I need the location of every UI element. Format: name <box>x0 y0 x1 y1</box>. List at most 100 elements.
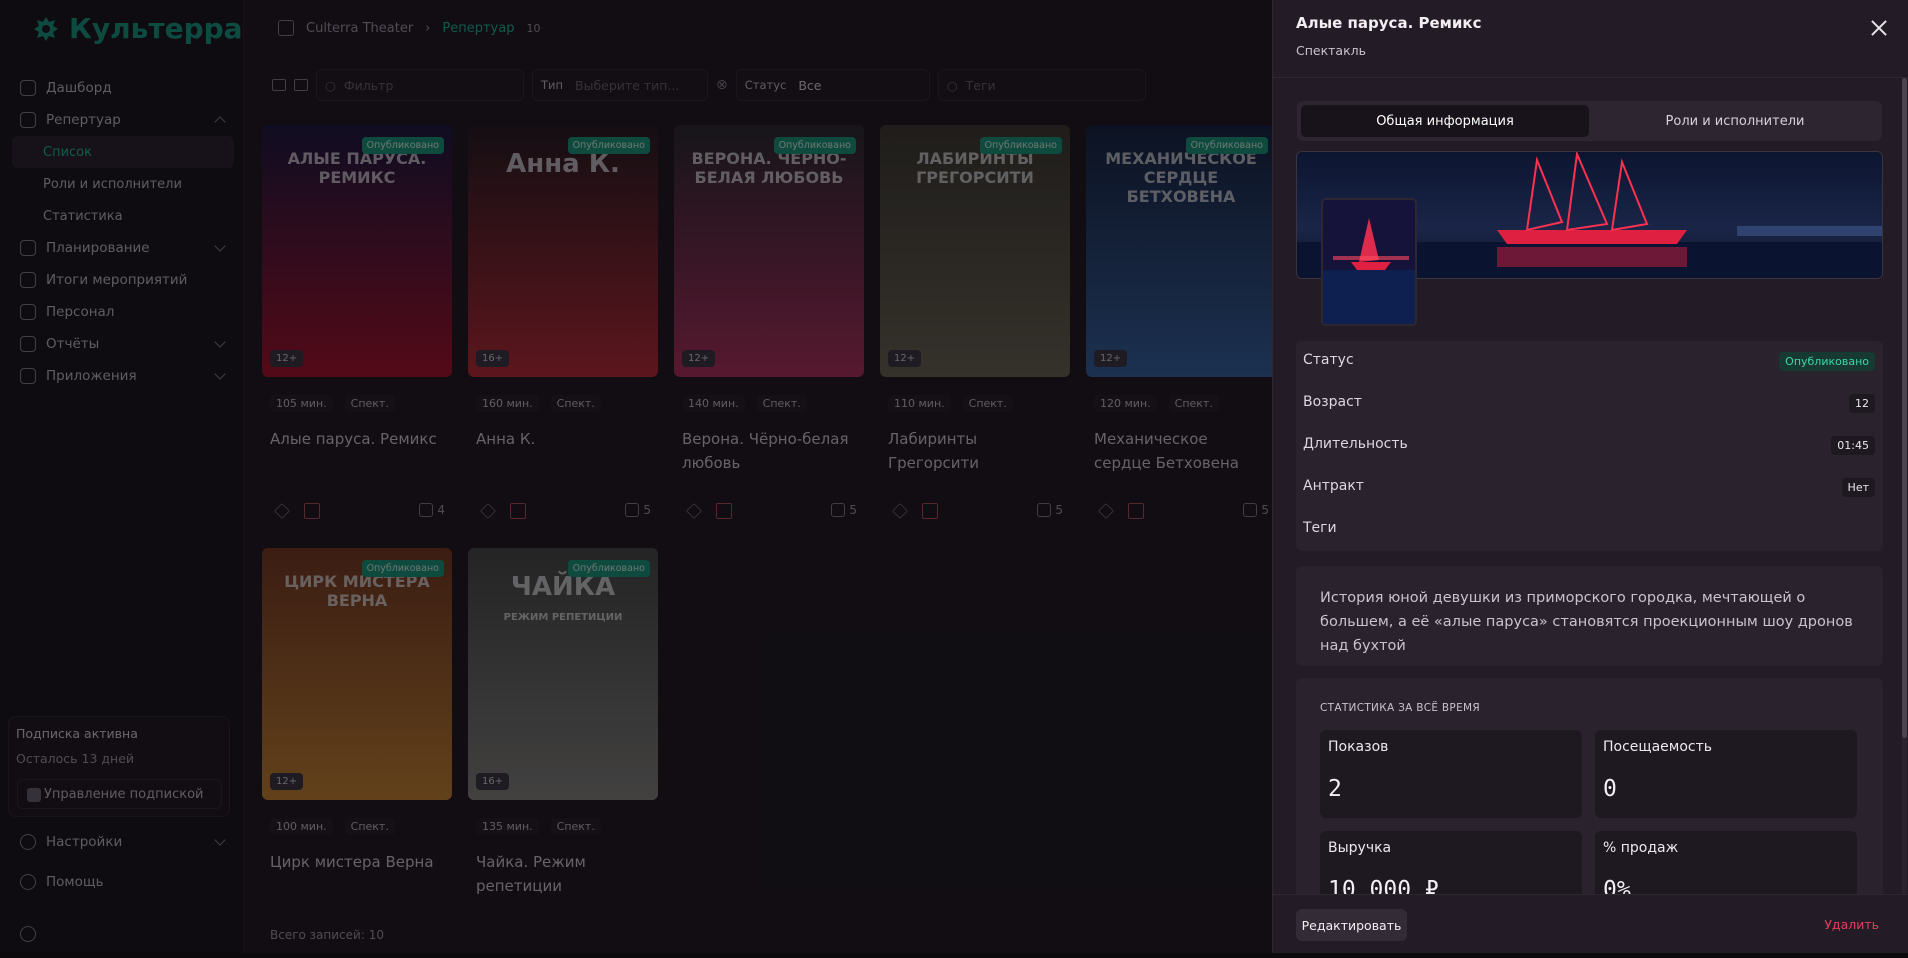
brand-logo[interactable]: Культерра <box>33 12 243 45</box>
poster-image[interactable]: МЕХАНИЧЕСКОЕ СЕРДЦЕ БЕТХОВЕНА Опубликова… <box>1086 125 1276 377</box>
clear-icon[interactable]: ⊗ <box>716 77 728 93</box>
status-badge: Опубликовано <box>773 137 856 154</box>
trash-icon[interactable] <box>716 503 732 519</box>
sidebar: Культерра Дашборд Репертуар Список Роли … <box>0 0 244 953</box>
nav-label: Планирование <box>46 240 150 256</box>
card-title[interactable]: Чайка. Режим репетиции <box>476 850 651 898</box>
cast-number: 4 <box>437 503 445 517</box>
poster-image[interactable]: ЧАЙКА РЕЖИМ РЕПЕТИЦИИ Опубликовано 16+ <box>468 548 658 800</box>
nav-label: Помощь <box>46 874 104 890</box>
tab-roles[interactable]: Роли и исполнители <box>1591 105 1879 137</box>
poster-image[interactable]: ВЕРОНА. ЧЁРНО-БЕЛАЯ ЛЮБОВЬ Опубликовано … <box>674 125 864 377</box>
card-title[interactable]: Цирк мистера Верна <box>270 850 445 874</box>
status-badge: Опубликовано <box>567 137 650 154</box>
age-badge: 12+ <box>888 350 922 367</box>
stat-revenue: Выручка 10 000 ₽ <box>1320 831 1582 894</box>
card-title[interactable]: Механическое сердце Бетховена <box>1094 427 1269 475</box>
edit-icon[interactable] <box>686 503 702 519</box>
sidebar-toggle-icon[interactable] <box>278 20 294 36</box>
kind: Спект. <box>962 395 1013 412</box>
nav-label: Отчёты <box>46 336 100 352</box>
cast-count[interactable]: 5 <box>1243 503 1269 517</box>
nav-repertoire[interactable]: Репертуар <box>12 104 234 136</box>
repertoire-card[interactable]: Анна К. Опубликовано 16+ 160 мин. Спект.… <box>468 125 658 535</box>
subscription-card: Подписка активна Осталось 13 дней Управл… <box>8 716 230 817</box>
user-menu[interactable] <box>12 918 234 950</box>
stats-heading: СТАТИСТИКА ЗА ВСЁ ВРЕМЯ <box>1320 702 1480 714</box>
edit-icon[interactable] <box>480 503 496 519</box>
trash-icon[interactable] <box>304 503 320 519</box>
nav-dashboard[interactable]: Дашборд <box>12 72 234 104</box>
trash-icon[interactable] <box>510 503 526 519</box>
stat-value: 0 <box>1603 776 1617 802</box>
repertoire-card[interactable]: ЧАЙКА РЕЖИМ РЕПЕТИЦИИ Опубликовано 16+ 1… <box>468 548 658 958</box>
repertoire-card[interactable]: ЦИРК МИСТЕРА ВЕРНА Опубликовано 12+ 100 … <box>262 548 452 958</box>
nav-list[interactable]: Список <box>12 136 234 168</box>
repertoire-card[interactable]: ВЕРОНА. ЧЁРНО-БЕЛАЯ ЛЮБОВЬ Опубликовано … <box>674 125 864 535</box>
tab-general[interactable]: Общая информация <box>1301 105 1589 137</box>
repertoire-card[interactable]: МЕХАНИЧЕСКОЕ СЕРДЦЕ БЕТХОВЕНА Опубликова… <box>1086 125 1276 535</box>
repertoire-card[interactable]: ЛАБИРИНТЫ ГРЕГОРСИТИ Опубликовано 12+ 11… <box>880 125 1070 535</box>
kind: Спект. <box>1168 395 1219 412</box>
poster-image[interactable]: АЛЫЕ ПАРУСА. РЕМИКС Опубликовано 12+ <box>262 125 452 377</box>
type-select[interactable]: Тип Выберите тип... <box>532 69 708 101</box>
poster-image[interactable]: ЛАБИРИНТЫ ГРЕГОРСИТИ Опубликовано 12+ <box>880 125 1070 377</box>
nav-staff[interactable]: Персонал <box>12 296 234 328</box>
statistics-panel: СТАТИСТИКА ЗА ВСЁ ВРЕМЯ Показов 2 Посещае… <box>1296 678 1883 894</box>
status-badge: Опубликовано <box>361 560 444 577</box>
cast-number: 5 <box>1261 503 1269 517</box>
search-input[interactable]: ○ Фильтр <box>316 69 524 101</box>
card-title[interactable]: Алые паруса. Ремикс <box>270 427 445 451</box>
poster-image[interactable]: ЦИРК МИСТЕРА ВЕРНА Опубликовано 12+ <box>262 548 452 800</box>
nav-statistics[interactable]: Статистика <box>12 200 234 232</box>
nav-help[interactable]: Помощь <box>12 866 234 898</box>
close-icon[interactable] <box>1869 18 1889 38</box>
trash-icon[interactable] <box>922 503 938 519</box>
cast-icon <box>1037 503 1052 517</box>
scrollbar-thumb[interactable] <box>1902 78 1907 738</box>
card-title[interactable]: Лабиринты Грегорсити <box>888 427 1063 475</box>
card-actions: 4 <box>270 503 445 523</box>
nav-apps[interactable]: Приложения <box>12 360 234 392</box>
grid-view-icon[interactable] <box>294 79 308 91</box>
breadcrumb-org[interactable]: Culterra Theater <box>306 21 413 36</box>
stat-sales-percent: % продаж 0% <box>1595 831 1857 894</box>
poster-text: ВЕРОНА. ЧЁРНО-БЕЛАЯ ЛЮБОВЬ <box>691 149 847 187</box>
age-badge: 16+ <box>476 350 510 367</box>
repertoire-card[interactable]: АЛЫЕ ПАРУСА. РЕМИКС Опубликовано 12+ 105… <box>262 125 452 535</box>
cast-count[interactable]: 4 <box>419 503 445 517</box>
user-icon <box>20 926 36 942</box>
card-title[interactable]: Верона. Чёрно-белая любовь <box>682 427 857 475</box>
info-key: Возраст <box>1303 394 1362 410</box>
brand-name: Культерра <box>69 12 243 45</box>
scrollbar[interactable] <box>1902 78 1907 894</box>
tags-input[interactable]: ○ Теги <box>937 69 1146 101</box>
edit-icon[interactable] <box>892 503 908 519</box>
card-title[interactable]: Анна К. <box>476 427 651 451</box>
cast-count[interactable]: 5 <box>831 503 857 517</box>
cast-count[interactable]: 5 <box>625 503 651 517</box>
delete-button[interactable]: Удалить <box>1824 917 1879 932</box>
search-icon: ○ <box>325 77 336 93</box>
nav-event-results[interactable]: Итоги мероприятий <box>12 264 234 296</box>
card-meta: 160 мин. Спект. <box>476 395 601 412</box>
nav-roles[interactable]: Роли и исполнители <box>12 168 234 200</box>
info-value: Опубликовано <box>1779 352 1875 371</box>
nav-planning[interactable]: Планирование <box>12 232 234 264</box>
button-label: Управление подпиской <box>44 786 204 802</box>
edit-icon[interactable] <box>274 503 290 519</box>
nav-reports[interactable]: Отчёты <box>12 328 234 360</box>
status-select[interactable]: Статус Все <box>735 69 930 101</box>
nav-label: Персонал <box>46 304 115 320</box>
manage-subscription-button[interactable]: Управление подпиской <box>17 779 222 809</box>
poster-image[interactable]: Анна К. Опубликовано 16+ <box>468 125 658 377</box>
stat-shows: Показов 2 <box>1320 730 1582 818</box>
nav-settings[interactable]: Настройки <box>12 826 234 858</box>
chevron-up-icon <box>214 116 226 128</box>
trash-icon[interactable] <box>1128 503 1144 519</box>
type-label: Тип <box>541 78 564 92</box>
cast-count[interactable]: 5 <box>1037 503 1063 517</box>
list-view-icon[interactable] <box>272 79 286 91</box>
edit-icon[interactable] <box>1098 503 1114 519</box>
edit-button[interactable]: Редактировать <box>1296 909 1407 941</box>
